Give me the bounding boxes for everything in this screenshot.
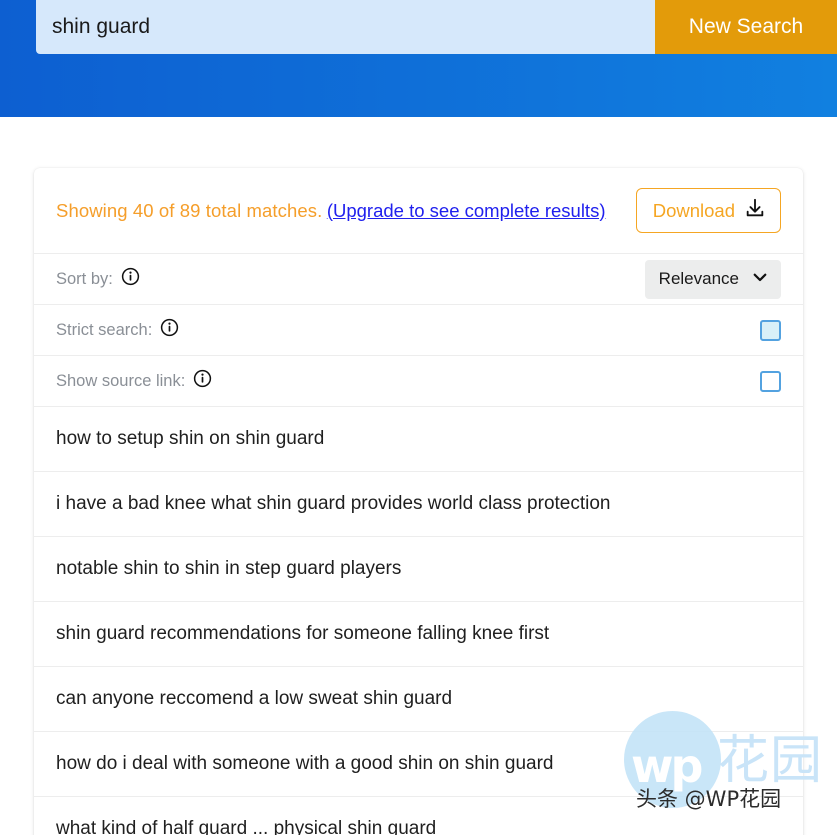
download-label: Download xyxy=(652,199,735,221)
result-item-text: shin guard recommendations for someone f… xyxy=(56,623,550,644)
info-circle-icon[interactable] xyxy=(160,318,179,342)
result-item-text: i have a bad knee what shin guard provid… xyxy=(56,493,611,514)
results-header: Showing 40 of 89 total matches. (Upgrade… xyxy=(34,168,803,253)
results-card: Showing 40 of 89 total matches. (Upgrade… xyxy=(34,168,803,835)
page-body: Showing 40 of 89 total matches. (Upgrade… xyxy=(0,168,837,835)
download-tray-icon xyxy=(744,197,766,224)
info-circle-icon[interactable] xyxy=(193,369,212,393)
sort-by-row: Sort by: Relevance xyxy=(34,253,803,304)
result-item-text: what kind of half guard ... physical shi… xyxy=(56,818,437,835)
new-search-label: New Search xyxy=(688,15,804,38)
chevron-down-icon xyxy=(751,268,769,291)
result-item-text: notable shin to shin in step guard playe… xyxy=(56,558,402,579)
results-summary: Showing 40 of 89 total matches. (Upgrade… xyxy=(56,200,605,222)
show-source-link-left: Show source link: xyxy=(56,369,212,393)
new-search-button[interactable]: New Search xyxy=(655,0,837,54)
show-source-link-row: Show source link: xyxy=(34,355,803,406)
result-item[interactable]: what kind of half guard ... physical shi… xyxy=(34,796,803,835)
results-count-text: Showing 40 of 89 total matches. xyxy=(56,199,323,221)
result-item[interactable]: how do i deal with someone with a good s… xyxy=(34,731,803,796)
strict-search-label: Strict search: xyxy=(56,320,153,339)
sort-by-select[interactable]: Relevance xyxy=(644,259,781,299)
sort-by-left: Sort by: xyxy=(56,267,140,291)
info-circle-icon[interactable] xyxy=(121,267,140,291)
result-item[interactable]: shin guard recommendations for someone f… xyxy=(34,601,803,666)
result-item[interactable]: i have a bad knee what shin guard provid… xyxy=(34,471,803,536)
result-item-text: can anyone reccomend a low sweat shin gu… xyxy=(56,688,453,709)
show-source-link-checkbox[interactable] xyxy=(760,370,781,392)
strict-search-checkbox[interactable] xyxy=(760,319,781,341)
strict-search-left: Strict search: xyxy=(56,318,179,342)
download-button[interactable]: Download xyxy=(635,188,781,233)
app-window: New Search Showing 40 of 89 total matche… xyxy=(0,0,837,835)
strict-search-row: Strict search: xyxy=(34,304,803,355)
search-input[interactable] xyxy=(36,0,655,54)
result-item[interactable]: can anyone reccomend a low sweat shin gu… xyxy=(34,666,803,731)
result-item-text: how do i deal with someone with a good s… xyxy=(56,753,554,774)
search-bar: New Search xyxy=(36,0,837,54)
sort-by-selected-value: Relevance xyxy=(658,269,739,288)
result-item-text: how to setup shin on shin guard xyxy=(56,428,325,449)
show-source-link-label: Show source link: xyxy=(56,371,186,390)
result-item[interactable]: notable shin to shin in step guard playe… xyxy=(34,536,803,601)
result-item[interactable]: how to setup shin on shin guard xyxy=(34,406,803,471)
page-header: New Search xyxy=(0,0,837,117)
upgrade-link[interactable]: (Upgrade to see complete results) xyxy=(327,200,606,221)
sort-by-label: Sort by: xyxy=(56,269,113,288)
